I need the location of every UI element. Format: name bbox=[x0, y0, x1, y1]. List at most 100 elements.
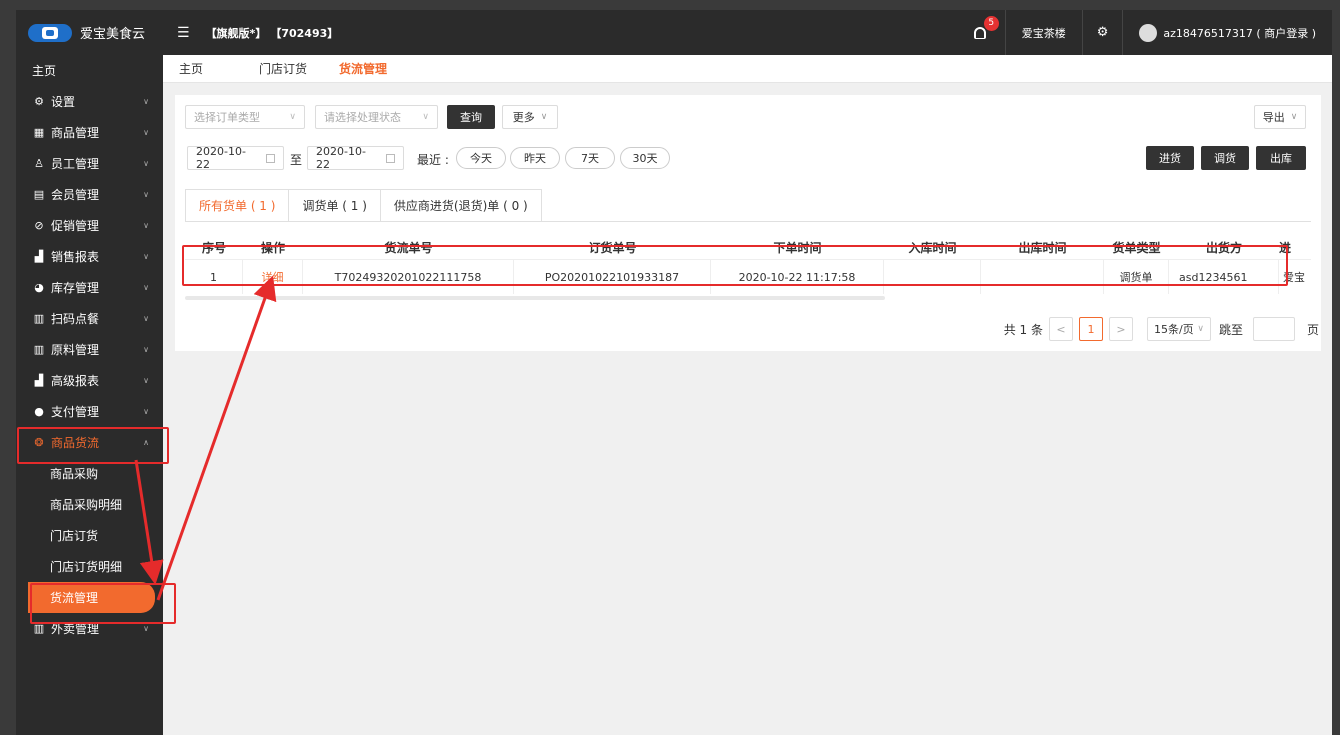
gear-icon: ⚙ bbox=[34, 95, 44, 108]
chevron-down-icon: ∨ bbox=[1290, 112, 1298, 122]
quick-30days-button[interactable]: 30天 bbox=[620, 147, 670, 169]
more-button[interactable]: 更多 ∨ bbox=[502, 105, 558, 129]
column-header: 订货单号 bbox=[588, 241, 637, 255]
date-to-value: 2020-10-22 bbox=[316, 145, 366, 171]
member-card-icon: ▤ bbox=[33, 188, 45, 201]
export-button[interactable]: 导出 ∨ bbox=[1254, 105, 1306, 129]
tab-supplier-orders[interactable]: 供应商进货(退货)单 ( 0 ) bbox=[379, 189, 542, 221]
sidebar-item-goods-flow[interactable]: ❂ 商品货流 ∧ bbox=[16, 427, 163, 458]
sidebar-subitem-purchase[interactable]: 商品采购 bbox=[16, 458, 163, 489]
sidebar-item-label: 外卖管理 bbox=[51, 622, 100, 636]
column-header: 序号 bbox=[201, 241, 226, 255]
tab-transfer-orders[interactable]: 调货单 ( 1 ) bbox=[288, 189, 381, 221]
page-1-button[interactable]: 1 bbox=[1078, 317, 1103, 341]
cell-order-time: 2020-10-22 11:17:58 bbox=[711, 260, 884, 294]
table-horizontal-scrollbar[interactable] bbox=[185, 296, 885, 300]
sidebar-subitem-store-order[interactable]: 门店订货 bbox=[16, 520, 163, 551]
bar-chart-icon: ▟ bbox=[34, 374, 44, 387]
brand[interactable]: 爱宝美食云 bbox=[16, 10, 163, 55]
chevron-down-icon: ∨ bbox=[1197, 324, 1204, 334]
menu-toggle-icon[interactable]: ☰ bbox=[177, 25, 190, 41]
tab-store-order[interactable]: 门店订货 bbox=[243, 60, 323, 77]
quick-7days-button[interactable]: 7天 bbox=[565, 147, 615, 169]
calendar-icon bbox=[386, 153, 395, 163]
status-select[interactable]: 请选择处理状态 ∨ bbox=[315, 105, 438, 129]
date-to-field[interactable]: 2020-10-22 bbox=[307, 145, 404, 171]
page-size-value: 15条/页 bbox=[1153, 323, 1194, 336]
column-header: 下单时间 bbox=[773, 241, 822, 255]
sidebar-item-label: 员工管理 bbox=[51, 157, 100, 171]
next-page-button[interactable]: > bbox=[1108, 317, 1133, 341]
brand-logo-icon bbox=[28, 23, 72, 42]
sidebar-item-promotions[interactable]: ⊘ 促销管理 ∨ bbox=[16, 210, 163, 241]
tab-goods-flow[interactable]: 货流管理 bbox=[323, 60, 403, 77]
sidebar-item-products[interactable]: ▦ 商品管理 ∨ bbox=[16, 117, 163, 148]
sidebar-item-sales-reports[interactable]: ▟ 销售报表 ∨ bbox=[16, 241, 163, 272]
column-header: 出货方 bbox=[1205, 241, 1242, 255]
column-header: 出库时间 bbox=[1018, 241, 1067, 255]
notifications-button[interactable]: 5 bbox=[955, 10, 1005, 55]
settings-gear-icon[interactable]: ⚙ bbox=[1081, 10, 1123, 55]
sidebar-item-inventory[interactable]: ◕ 库存管理 ∨ bbox=[16, 272, 163, 303]
prev-page-button[interactable]: < bbox=[1048, 317, 1073, 341]
sidebar-item-payments[interactable]: ● 支付管理 ∨ bbox=[16, 396, 163, 427]
date-from-field[interactable]: 2020-10-22 bbox=[187, 145, 284, 171]
tab-home[interactable]: 主页 bbox=[163, 60, 243, 77]
tab-all-orders[interactable]: 所有货单 ( 1 ) bbox=[185, 189, 290, 221]
grid-icon: ▦ bbox=[33, 126, 45, 139]
sidebar-subitem-store-order-detail[interactable]: 门店订货明细 bbox=[16, 551, 163, 582]
sidebar-item-scan-order[interactable]: ▥ 扫码点餐 ∨ bbox=[16, 303, 163, 334]
sidebar-item-label: 扫码点餐 bbox=[51, 312, 100, 326]
sidebar-subitem-purchase-detail[interactable]: 商品采购明细 bbox=[16, 489, 163, 520]
chevron-down-icon: ∨ bbox=[289, 112, 296, 122]
column-header: 进 bbox=[1279, 241, 1292, 255]
sidebar-item-label: 促销管理 bbox=[51, 219, 100, 233]
export-label: 导出 bbox=[1262, 111, 1285, 124]
edition-label: 【旗舰版*】 bbox=[205, 26, 267, 40]
sidebar-item-takeout[interactable]: ▥ 外卖管理 ∨ bbox=[16, 613, 163, 644]
chevron-down-icon: ∨ bbox=[143, 376, 149, 385]
transfer-button[interactable]: 调货 bbox=[1201, 146, 1249, 170]
jump-page-input[interactable] bbox=[1252, 317, 1295, 341]
scan-icon: ▥ bbox=[33, 312, 45, 325]
chevron-down-icon: ∨ bbox=[143, 624, 149, 633]
order-type-placeholder: 选择订单类型 bbox=[194, 111, 260, 124]
sidebar-item-members[interactable]: ▤ 会员管理 ∨ bbox=[16, 179, 163, 210]
cell-receiver: 爱宝 bbox=[1283, 271, 1305, 284]
date-from-value: 2020-10-22 bbox=[196, 145, 246, 171]
takeout-icon: ▥ bbox=[33, 622, 45, 635]
sidebar-item-label: 库存管理 bbox=[51, 281, 100, 295]
query-button[interactable]: 查询 bbox=[447, 105, 495, 129]
sidebar-item-settings[interactable]: ⚙ 设置 ∨ bbox=[16, 86, 163, 117]
sidebar-item-advanced-reports[interactable]: ▟ 高级报表 ∨ bbox=[16, 365, 163, 396]
user-menu[interactable]: az18476517317 ( 商户登录 ) bbox=[1122, 10, 1332, 55]
sidebar-item-staff[interactable]: ♙ 员工管理 ∨ bbox=[16, 148, 163, 179]
sidebar-item-materials[interactable]: ▥ 原料管理 ∨ bbox=[16, 334, 163, 365]
detail-link[interactable]: 详细 bbox=[243, 260, 303, 294]
stock-in-button[interactable]: 进货 bbox=[1146, 146, 1194, 170]
jump-label: 跳至 bbox=[1218, 322, 1243, 337]
chevron-up-icon: ∧ bbox=[143, 438, 149, 447]
order-type-select[interactable]: 选择订单类型 ∨ bbox=[185, 105, 305, 129]
table-row[interactable]: 1 详细 T70249320201022111758 PO20201022101… bbox=[185, 260, 1311, 294]
quick-today-button[interactable]: 今天 bbox=[456, 147, 506, 169]
user-icon: ♙ bbox=[34, 157, 44, 170]
chevron-down-icon: ∨ bbox=[143, 345, 149, 354]
more-label: 更多 bbox=[512, 111, 535, 124]
user-label: az18476517317 ( 商户登录 ) bbox=[1163, 26, 1316, 40]
sidebar-subitem-goods-flow-management[interactable]: 货流管理 bbox=[28, 582, 155, 613]
chevron-down-icon: ∨ bbox=[143, 221, 149, 230]
stock-out-button[interactable]: 出库 bbox=[1256, 146, 1306, 170]
column-header: 入库时间 bbox=[908, 241, 957, 255]
chevron-down-icon: ∨ bbox=[143, 159, 149, 168]
chevron-down-icon: ∨ bbox=[143, 128, 149, 137]
page-size-select[interactable]: 15条/页 ∨ bbox=[1146, 317, 1211, 341]
quick-yesterday-button[interactable]: 昨天 bbox=[510, 147, 560, 169]
sidebar-item-home[interactable]: 主页 bbox=[16, 55, 163, 86]
sidebar-item-label: 原料管理 bbox=[51, 343, 100, 357]
shop-name[interactable]: 爱宝茶楼 bbox=[1004, 10, 1082, 55]
page-unit-label: 页 bbox=[1306, 322, 1319, 337]
topbar-right: 5 爱宝茶楼 ⚙ az18476517317 ( 商户登录 ) bbox=[955, 10, 1332, 55]
sidebar-item-label: 销售报表 bbox=[51, 250, 100, 264]
pagination: 共 1 条 < 1 > 15条/页 ∨ 跳至 页 bbox=[1004, 317, 1321, 341]
